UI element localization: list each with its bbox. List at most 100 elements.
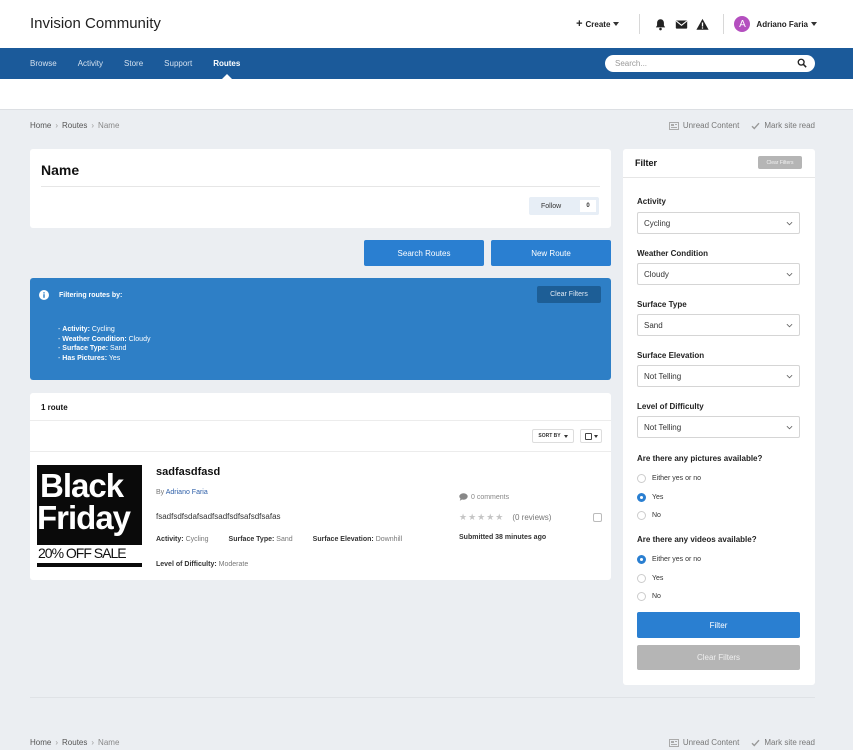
sort-by-button[interactable]: SORT BY [532,429,574,443]
nav-tab-routes[interactable]: Routes [213,48,240,79]
active-filter-label: Has Pictures [62,354,105,362]
route-title-link[interactable]: sadfasdfasd [156,466,220,478]
sidebar-clear-filters-button[interactable]: Clear Filters [637,645,800,670]
nav-tab-activity[interactable]: Activity [78,48,103,79]
route-select-checkbox[interactable] [593,513,602,522]
results-card: 1 route SORT BY Black Friday 20% OFF SAL… [30,393,611,580]
surface-type-select[interactable]: Sand [637,314,800,336]
pictures-option[interactable]: No [637,511,661,520]
unread-content-link[interactable]: Unread Content [668,121,739,130]
field-value: Moderate [218,561,249,568]
breadcrumb-home[interactable]: Home [30,738,51,747]
breadcrumb-routes[interactable]: Routes [62,738,87,747]
radio-button[interactable] [637,474,646,483]
envelope-icon[interactable] [675,18,688,31]
difficulty-select[interactable]: Not Telling [637,416,800,438]
route-field-difficulty: Level of Difficulty: Moderate [156,561,249,568]
follow-button[interactable]: Follow 0 [529,197,599,215]
breadcrumb-routes[interactable]: Routes [62,121,87,130]
route-thumbnail[interactable]: Black Friday 20% OFF SALE [37,465,142,567]
videos-option[interactable]: No [637,592,661,601]
create-label: Create [585,19,611,29]
new-route-button[interactable]: New Route [491,240,611,266]
unread-content-label: Unread Content [682,738,740,747]
search-icon[interactable] [797,58,807,68]
active-filters-banner: Filtering routes by: Clear Filters - Act… [30,278,611,380]
divider [723,14,725,34]
follow-label: Follow [541,202,562,210]
mark-site-read-link[interactable]: Mark site read [751,738,815,747]
chevron-down-icon [786,374,793,379]
videos-label: Are there any videos available? [637,535,757,544]
avatar: A [734,16,751,32]
warning-icon[interactable] [696,18,710,31]
divider [623,177,815,178]
mark-site-read-label: Mark site read [764,121,815,130]
search-routes-button[interactable]: Search Routes [364,240,484,266]
weather-select[interactable]: Cloudy [637,263,800,285]
radio-button[interactable] [637,511,646,520]
caret-down-icon [613,22,620,26]
nav-tab-browse[interactable]: Browse [30,48,57,79]
author-link[interactable]: Adriano Faria [166,489,208,496]
divider [639,14,641,34]
nav-tab-support[interactable]: Support [164,48,192,79]
filter-submit-button[interactable]: Filter [637,612,800,638]
active-filters-list: - Activity: Cycling - Weather Condition: … [58,325,150,363]
filter-title: Filter [635,158,658,168]
sub-nav-bar [0,79,853,110]
active-filter-label: Activity [62,326,88,333]
pictures-option-label: Either yes or no [652,475,702,482]
videos-option[interactable]: Yes [637,573,663,583]
difficulty-value: Not Telling [644,422,682,432]
pictures-option[interactable]: Yes [637,492,663,502]
route-author: By Adriano Faria [156,489,208,496]
site-title[interactable]: Invision Community [30,15,161,32]
info-icon [39,290,49,300]
create-button[interactable]: + Create [576,18,620,30]
banner-clear-filters-button[interactable]: Clear Filters [537,286,601,303]
sidebar-clear-filters-small-button[interactable]: Clear Filters [758,156,802,169]
bell-icon[interactable] [654,18,667,31]
multi-select-toggle[interactable] [580,429,602,443]
surface-elevation-select[interactable]: Not Telling [637,365,800,387]
videos-option-label: Either yes or no [652,556,702,563]
nav-tab-store[interactable]: Store [124,48,143,79]
activity-select[interactable]: Cycling [637,212,800,234]
chevron-right-icon: › [91,738,95,747]
rating: ★★★★★ (0 reviews) [459,512,551,523]
pictures-option[interactable]: Either yes or no [637,474,701,483]
comments-link[interactable]: 0 comments [459,493,509,501]
submitted-time: Submitted 38 minutes ago [459,534,547,541]
chevron-down-icon [786,425,793,430]
mark-site-read-link[interactable]: Mark site read [751,121,815,130]
user-name: Adriano Faria [756,19,808,29]
breadcrumb-home[interactable]: Home [30,121,51,130]
weather-label: Weather Condition [637,249,708,258]
search-input[interactable] [605,55,815,72]
videos-option[interactable]: Either yes or no [637,555,701,564]
weather-value: Cloudy [644,269,669,279]
filter-sidebar: Filter Clear Filters Activity Cycling We… [623,149,815,685]
activity-value: Cycling [644,218,671,228]
chevron-right-icon: › [55,738,59,747]
main-nav: Browse Activity Store Support Routes [0,48,853,79]
page-title: Name [41,162,80,178]
radio-button[interactable] [637,573,646,583]
radio-button[interactable] [637,555,646,564]
radio-button[interactable] [637,492,646,502]
unread-content-link[interactable]: Unread Content [668,738,740,747]
thumbnail-text-3: 20% OFF SALE [38,545,127,561]
user-menu[interactable]: A Adriano Faria [734,16,817,32]
comments-count: 0 comments [471,493,510,501]
field-label: Level of Difficulty [156,561,215,568]
chevron-down-icon [786,221,793,226]
surface-type-value: Sand [644,320,663,330]
field-label: Surface Type [228,536,272,543]
surface-elevation-value: Not Telling [644,371,682,381]
active-filter-value: Sand [110,345,127,352]
radio-button[interactable] [637,592,646,601]
breadcrumb-current: Name [98,738,120,747]
check-icon [751,122,760,130]
pictures-label: Are there any pictures available? [637,454,763,463]
